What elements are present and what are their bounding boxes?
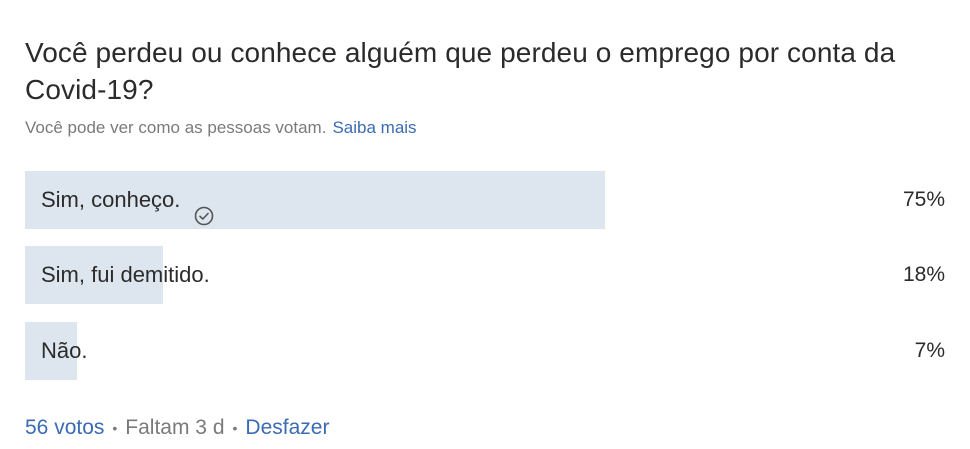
poll-option-percent: 18% — [902, 263, 945, 286]
check-circle-icon — [194, 190, 214, 226]
undo-vote-link[interactable]: Desfazer — [245, 416, 329, 440]
poll-subtitle: Você pode ver como as pessoas votam. Saib… — [25, 118, 417, 138]
poll-option-label: Não. — [41, 338, 88, 363]
poll-option-3[interactable]: Não. 7% — [25, 322, 945, 380]
poll-footer: 56 votos • Faltam 3 d • Desfazer — [25, 416, 329, 440]
poll-card: Você perdeu ou conhece alguém que perdeu… — [0, 0, 970, 449]
separator: • — [232, 420, 238, 436]
poll-option-label: Sim, conheço. — [41, 187, 181, 212]
poll-option-1[interactable]: Sim, conheço. 75% — [25, 171, 945, 229]
poll-option-percent: 75% — [902, 188, 945, 211]
votes-count-link[interactable]: 56 votos — [25, 416, 104, 440]
learn-more-link[interactable]: Saiba mais — [332, 118, 416, 137]
separator: • — [112, 420, 118, 436]
poll-option-label-wrap: Não. — [41, 322, 87, 380]
poll-visibility-note: Você pode ver como as pessoas votam. — [25, 118, 327, 137]
poll-question: Você perdeu ou conhece alguém que perdeu… — [25, 37, 896, 105]
time-remaining: Faltam 3 d — [125, 416, 225, 439]
poll-option-label: Sim, fui demitido. — [41, 262, 210, 287]
poll-option-2[interactable]: Sim, fui demitido. 18% — [25, 246, 945, 304]
poll-option-label-wrap: Sim, conheço. — [41, 171, 214, 229]
poll-option-label-wrap: Sim, fui demitido. — [41, 246, 210, 304]
poll-option-percent: 7% — [914, 339, 945, 362]
